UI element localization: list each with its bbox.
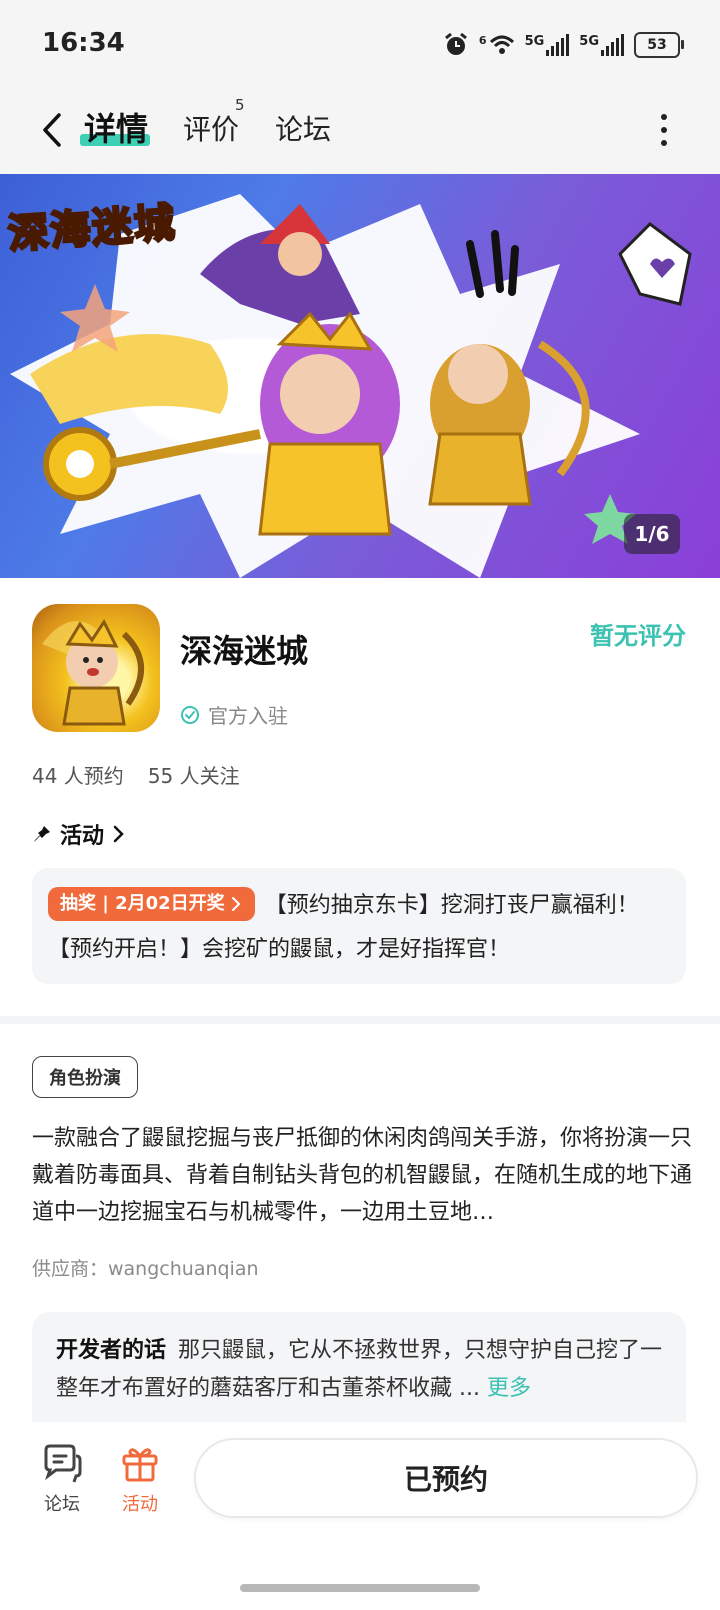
- chevron-left-icon: [43, 113, 61, 147]
- tab-review[interactable]: 评价: [183, 108, 239, 148]
- review-count-badge: 5: [235, 96, 245, 114]
- lottery-badge-label: 抽奖 | 2月02日开奖: [60, 893, 225, 914]
- chevron-right-icon: [113, 825, 124, 843]
- pin-icon: [34, 826, 50, 842]
- tab-detail[interactable]: 详情: [84, 104, 148, 150]
- wifi-icon: 6: [479, 34, 515, 56]
- clock: 16:34: [42, 28, 125, 58]
- lottery-badge[interactable]: 抽奖 | 2月02日开奖: [48, 887, 255, 921]
- activity-header-label: 活动: [60, 824, 105, 849]
- gift-icon: [122, 1448, 158, 1482]
- section-divider: [0, 1016, 720, 1024]
- back-button[interactable]: [32, 108, 72, 152]
- banner-game-logo: 深海迷城: [5, 199, 179, 260]
- forum-label: 论坛: [44, 1494, 80, 1515]
- supplier-label: 供应商：wangchuanqian: [32, 1258, 259, 1280]
- more-link[interactable]: 更多: [487, 1376, 531, 1401]
- alarm-icon: [444, 32, 467, 55]
- more-options-button[interactable]: [654, 110, 674, 150]
- status-icons: 6 5G 5G 53: [443, 30, 684, 60]
- battery-icon: 53: [634, 32, 684, 58]
- forum-chat-icon: [44, 1444, 82, 1483]
- banner-page-counter: 1/6: [624, 514, 680, 554]
- tab-forum[interactable]: 论坛: [275, 108, 331, 148]
- app-icon-artwork: [42, 619, 144, 726]
- chevron-right-icon: [231, 897, 241, 911]
- screenshot-banner[interactable]: 深海迷城: [0, 174, 720, 578]
- app-icon: [32, 604, 160, 732]
- home-indicator[interactable]: [240, 1584, 480, 1592]
- official-label: 官方入驻: [208, 704, 288, 728]
- game-description[interactable]: 一款融合了鼹鼠挖掘与丧尸抵御的休闲肉鸽闯关手游，你将扮演一只戴着防毒面具、背着自…: [32, 1120, 692, 1231]
- top-nav: 详情 评价 5 论坛: [0, 88, 720, 174]
- forum-button[interactable]: 论坛: [36, 1444, 88, 1516]
- cellular-signal-2-icon: 5G: [579, 34, 624, 56]
- genre-tag[interactable]: 角色扮演: [32, 1056, 138, 1098]
- developer-note-content: 开发者的话 那只鼹鼠，它从不拯救世界，只想守护自己挖了一整年才布置好的蘑菇客厅和古…: [56, 1332, 666, 1408]
- activity-label: 活动: [122, 1494, 158, 1515]
- app-name: 深海迷城: [180, 632, 309, 670]
- follower-count: 55 人关注: [147, 764, 240, 788]
- activity-card[interactable]: 抽奖 | 2月02日开奖 【预约抽京东卡】挖洞打丧尸赢福利！【预约开启！】会挖矿的…: [32, 868, 686, 984]
- reservation-count: 44 人预约: [32, 764, 124, 788]
- reserved-button[interactable]: 已预约: [194, 1438, 698, 1518]
- verified-check-icon: [181, 705, 199, 724]
- cellular-signal-1-icon: 5G: [525, 34, 570, 56]
- activity-button[interactable]: 活动: [110, 1444, 170, 1516]
- status-bar: 16:34 6 5G 5G 53: [0, 0, 720, 88]
- developer-note-label: 开发者的话: [56, 1338, 167, 1363]
- activity-section-header[interactable]: 活动: [32, 818, 126, 850]
- more-dot: [661, 114, 667, 120]
- more-dot: [661, 140, 667, 146]
- activity-content: 抽奖 | 2月02日开奖 【预约抽京东卡】挖洞打丧尸赢福利！【预约开启！】会挖矿的…: [48, 884, 668, 972]
- official-badge: 官方入驻: [180, 700, 288, 729]
- app-stats: 44 人预约 55 人关注: [32, 760, 240, 789]
- more-dot: [661, 127, 667, 133]
- rating-label[interactable]: 暂无评分: [590, 616, 686, 651]
- bottom-action-bar: 论坛 活动 已预约: [0, 1422, 720, 1610]
- developer-note-card[interactable]: 开发者的话 那只鼹鼠，它从不拯救世界，只想守护自己挖了一整年才布置好的蘑菇客厅和古…: [32, 1312, 686, 1422]
